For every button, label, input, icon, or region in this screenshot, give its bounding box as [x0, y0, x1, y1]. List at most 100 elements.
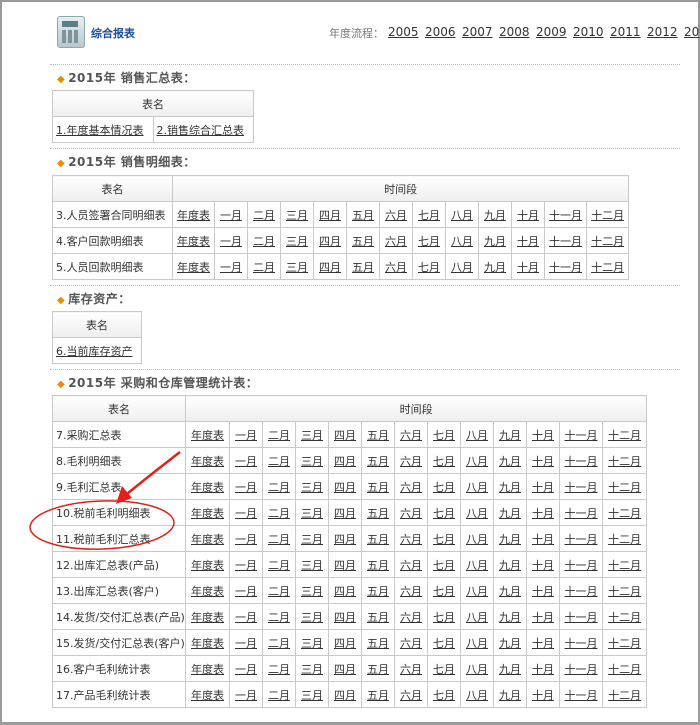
period-link[interactable]: 九月: [499, 611, 521, 624]
period-link[interactable]: 七月: [433, 611, 455, 624]
period-link[interactable]: 七月: [433, 559, 455, 572]
period-link[interactable]: 一月: [235, 559, 257, 572]
period-link[interactable]: 七月: [433, 481, 455, 494]
period-link[interactable]: 五月: [367, 455, 389, 468]
period-link[interactable]: 九月: [499, 663, 521, 676]
period-link[interactable]: 七月: [418, 261, 440, 274]
period-link[interactable]: 三月: [301, 611, 323, 624]
period-link[interactable]: 十月: [532, 481, 554, 494]
period-link[interactable]: 三月: [286, 235, 308, 248]
period-link[interactable]: 四月: [334, 663, 356, 676]
period-link[interactable]: 年度表: [191, 585, 224, 598]
period-link[interactable]: 十一月: [565, 429, 598, 442]
period-link[interactable]: 五月: [352, 261, 374, 274]
period-link[interactable]: 八月: [451, 209, 473, 222]
period-link[interactable]: 十月: [532, 585, 554, 598]
period-link[interactable]: 二月: [268, 559, 290, 572]
period-link[interactable]: 九月: [499, 507, 521, 520]
period-link[interactable]: 八月: [466, 455, 488, 468]
year-link[interactable]: 2011: [610, 25, 647, 39]
period-link[interactable]: 十月: [517, 261, 539, 274]
period-link[interactable]: 四月: [334, 611, 356, 624]
period-link[interactable]: 五月: [367, 559, 389, 572]
period-link[interactable]: 年度表: [191, 533, 224, 546]
period-link[interactable]: 八月: [451, 261, 473, 274]
period-link[interactable]: 三月: [286, 261, 308, 274]
period-link[interactable]: 十月: [532, 637, 554, 650]
period-link[interactable]: 三月: [301, 637, 323, 650]
period-link[interactable]: 二月: [268, 611, 290, 624]
period-link[interactable]: 一月: [235, 663, 257, 676]
period-link[interactable]: 二月: [268, 481, 290, 494]
period-link[interactable]: 年度表: [177, 209, 210, 222]
period-link[interactable]: 五月: [367, 663, 389, 676]
period-link[interactable]: 四月: [334, 507, 356, 520]
period-link[interactable]: 五月: [367, 533, 389, 546]
period-link[interactable]: 一月: [235, 533, 257, 546]
period-link[interactable]: 十一月: [565, 507, 598, 520]
period-link[interactable]: 六月: [400, 637, 422, 650]
period-link[interactable]: 年度表: [191, 481, 224, 494]
period-link[interactable]: 十月: [517, 209, 539, 222]
period-link[interactable]: 七月: [433, 585, 455, 598]
period-link[interactable]: 年度表: [191, 455, 224, 468]
period-link[interactable]: 九月: [499, 533, 521, 546]
period-link[interactable]: 四月: [334, 689, 356, 702]
period-link[interactable]: 三月: [301, 455, 323, 468]
period-link[interactable]: 三月: [301, 585, 323, 598]
period-link[interactable]: 六月: [400, 689, 422, 702]
period-link[interactable]: 十二月: [608, 429, 641, 442]
period-link[interactable]: 六月: [400, 533, 422, 546]
period-link[interactable]: 二月: [268, 455, 290, 468]
period-link[interactable]: 六月: [400, 559, 422, 572]
report-link[interactable]: 6.当前库存资产: [52, 337, 142, 364]
period-link[interactable]: 六月: [400, 429, 422, 442]
period-link[interactable]: 六月: [385, 209, 407, 222]
period-link[interactable]: 七月: [433, 533, 455, 546]
period-link[interactable]: 十一月: [549, 209, 582, 222]
period-link[interactable]: 一月: [235, 481, 257, 494]
period-link[interactable]: 三月: [301, 429, 323, 442]
period-link[interactable]: 七月: [433, 637, 455, 650]
period-link[interactable]: 十一月: [549, 235, 582, 248]
year-link[interactable]: 2012: [647, 25, 684, 39]
period-link[interactable]: 九月: [499, 689, 521, 702]
period-link[interactable]: 十月: [532, 507, 554, 520]
period-link[interactable]: 七月: [433, 455, 455, 468]
period-link[interactable]: 九月: [499, 559, 521, 572]
period-link[interactable]: 九月: [484, 235, 506, 248]
period-link[interactable]: 十二月: [608, 533, 641, 546]
year-link[interactable]: 2009: [536, 25, 573, 39]
period-link[interactable]: 十月: [532, 689, 554, 702]
period-link[interactable]: 十月: [532, 611, 554, 624]
year-link[interactable]: 2008: [499, 25, 536, 39]
period-link[interactable]: 三月: [301, 507, 323, 520]
period-link[interactable]: 五月: [367, 585, 389, 598]
period-link[interactable]: 十月: [532, 559, 554, 572]
year-link[interactable]: 2007: [462, 25, 499, 39]
period-link[interactable]: 八月: [466, 429, 488, 442]
period-link[interactable]: 十一月: [565, 611, 598, 624]
period-link[interactable]: 六月: [385, 235, 407, 248]
period-link[interactable]: 十二月: [608, 637, 641, 650]
period-link[interactable]: 十一月: [549, 261, 582, 274]
period-link[interactable]: 九月: [499, 481, 521, 494]
year-link[interactable]: 2006: [425, 25, 462, 39]
period-link[interactable]: 六月: [400, 585, 422, 598]
period-link[interactable]: 五月: [367, 637, 389, 650]
period-link[interactable]: 五月: [367, 481, 389, 494]
period-link[interactable]: 五月: [367, 611, 389, 624]
period-link[interactable]: 四月: [319, 209, 341, 222]
period-link[interactable]: 一月: [235, 585, 257, 598]
period-link[interactable]: 十一月: [565, 559, 598, 572]
period-link[interactable]: 六月: [400, 611, 422, 624]
period-link[interactable]: 二月: [268, 429, 290, 442]
period-link[interactable]: 十二月: [608, 689, 641, 702]
period-link[interactable]: 四月: [334, 637, 356, 650]
period-link[interactable]: 六月: [385, 261, 407, 274]
period-link[interactable]: 二月: [253, 235, 275, 248]
period-link[interactable]: 年度表: [191, 663, 224, 676]
year-link[interactable]: 20: [684, 25, 700, 39]
period-link[interactable]: 一月: [235, 637, 257, 650]
period-link[interactable]: 年度表: [191, 429, 224, 442]
